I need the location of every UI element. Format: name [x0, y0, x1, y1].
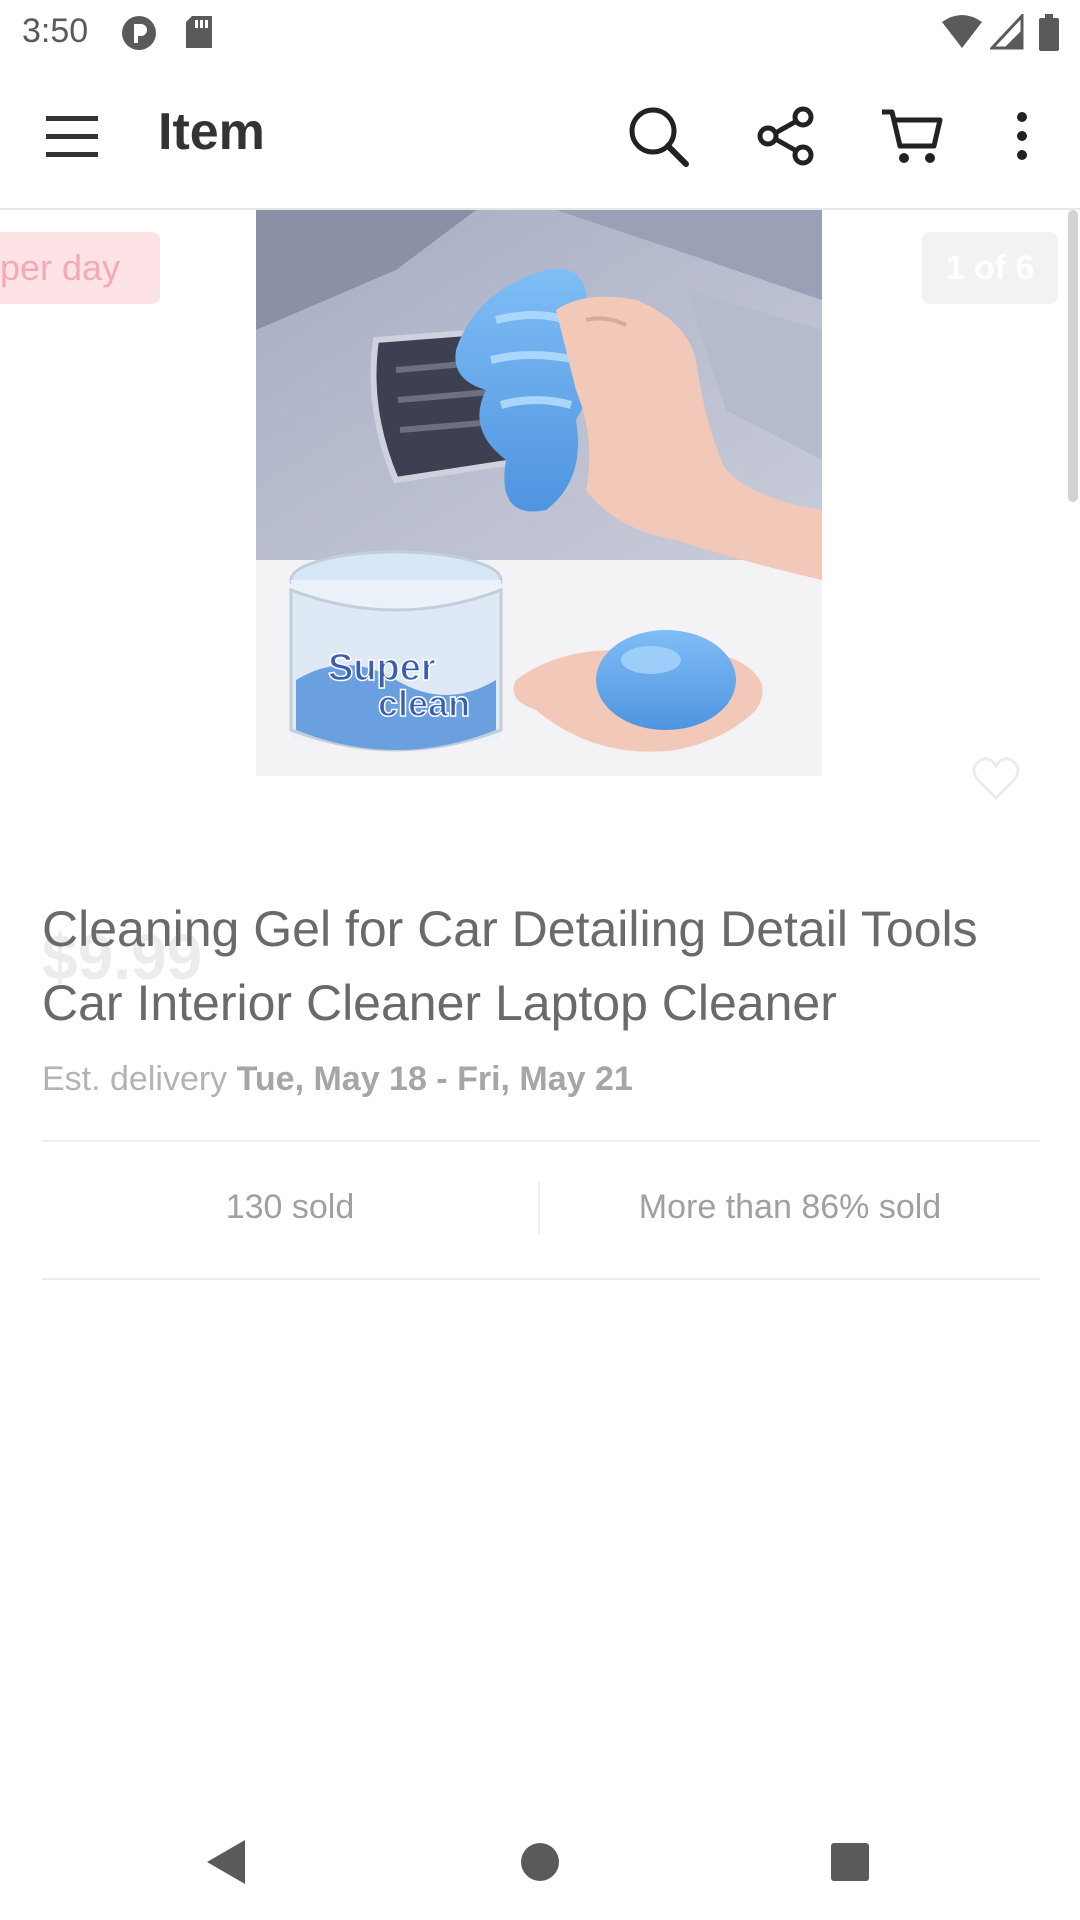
status-bar: 3:50: [0, 0, 1080, 64]
battery-icon: [1038, 14, 1060, 57]
cart-icon[interactable]: [876, 100, 948, 172]
svg-text:clean: clean: [378, 683, 470, 724]
page-indicator: 1 of 6: [922, 232, 1058, 304]
product-title: Cleaning Gel for Car Detailing Detail To…: [42, 901, 978, 1031]
recents-icon[interactable]: [818, 1830, 882, 1894]
sold-percent: More than 86% sold: [638, 1188, 942, 1226]
back-icon[interactable]: [194, 1830, 258, 1894]
delivery-dates: Tue, May 18 - Fri, May 21: [236, 1060, 633, 1098]
sales-stats: 130 sold More than 86% sold: [42, 1142, 1040, 1278]
search-icon[interactable]: [622, 100, 694, 172]
vpn-icon: [120, 14, 158, 57]
menu-icon[interactable]: [36, 100, 108, 172]
heart-outline-icon[interactable]: [970, 752, 1022, 804]
sd-card-icon: [184, 14, 214, 55]
share-icon[interactable]: [750, 100, 822, 172]
promo-badge: per day: [0, 232, 161, 304]
page-title: Item: [158, 103, 265, 161]
home-icon[interactable]: [508, 1830, 572, 1894]
scrollbar[interactable]: [1068, 210, 1078, 502]
product-image[interactable]: Super clean: [256, 210, 822, 776]
delivery-prefix: Est. delivery: [42, 1060, 228, 1098]
more-icon[interactable]: [986, 100, 1058, 172]
image-carousel[interactable]: Super clean per day 1 of 6: [0, 210, 1080, 810]
signal-icon: [988, 12, 1024, 55]
wifi-icon: [942, 14, 982, 55]
status-time: 3:50: [22, 12, 89, 50]
divider: [42, 1278, 1040, 1280]
app-bar: Item: [0, 64, 1080, 210]
nav-bar: [0, 1800, 1080, 1920]
delivery-estimate: Est. delivery Tue, May 18 - Fri, May 21: [42, 1060, 633, 1099]
sold-count: 130 sold: [225, 1188, 355, 1226]
